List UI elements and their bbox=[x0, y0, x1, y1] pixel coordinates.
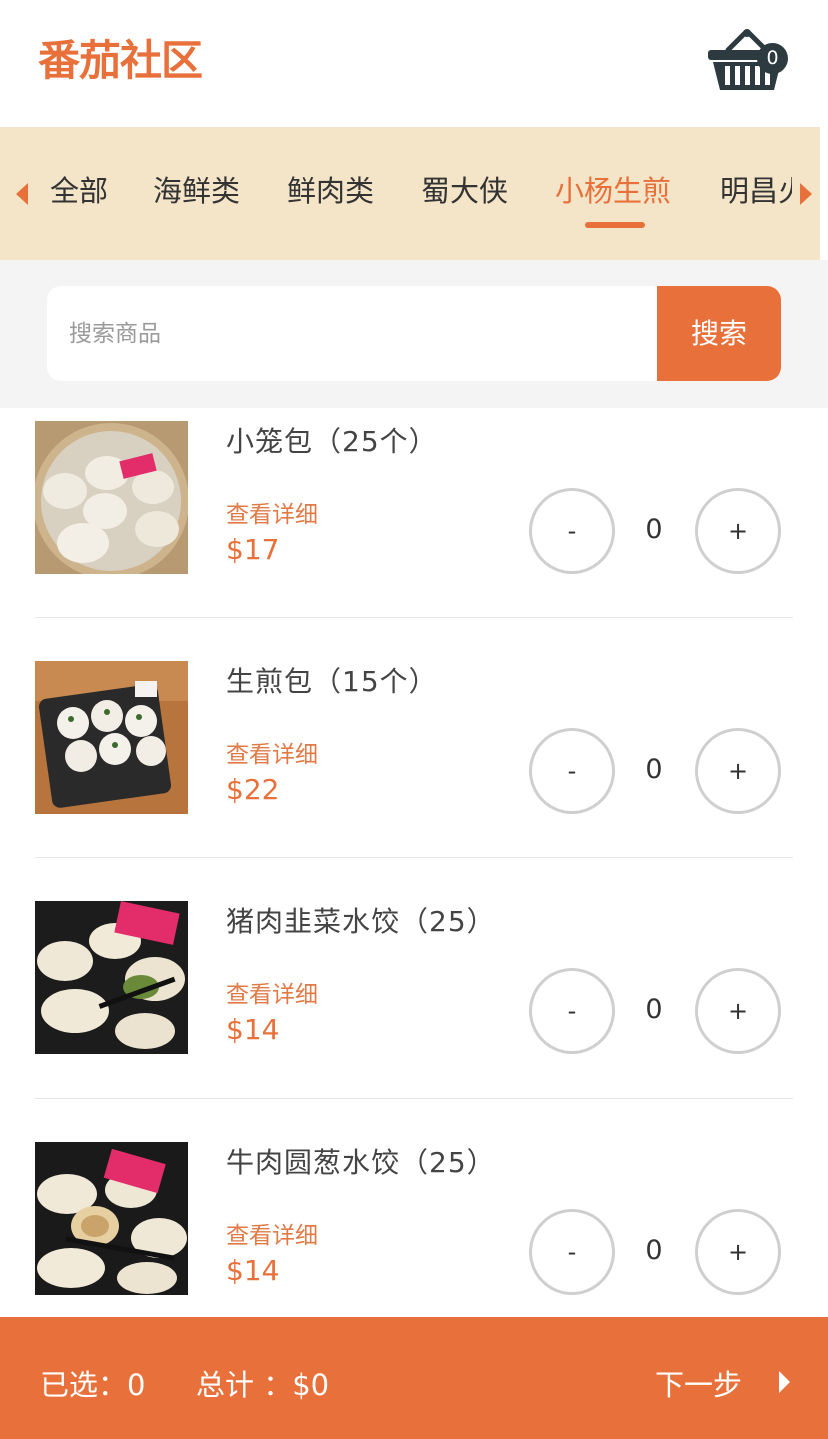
app-logo[interactable]: 番茄社区 bbox=[38, 36, 203, 86]
product-price: $14 bbox=[226, 1013, 280, 1046]
product-name: 小笼包（25个） bbox=[226, 425, 438, 458]
product-name: 牛肉圆葱水饺（25） bbox=[226, 1146, 496, 1179]
view-detail-link[interactable]: 查看详细 bbox=[226, 975, 318, 1009]
search-button[interactable]: 搜索 bbox=[657, 286, 781, 381]
decrease-qty-button[interactable]: - bbox=[529, 968, 615, 1054]
cart-count-badge: 0 bbox=[757, 43, 788, 74]
divider bbox=[35, 857, 793, 858]
product-image-beef-onion-dumplings[interactable] bbox=[35, 1142, 188, 1295]
tab-seafood[interactable]: 海鲜类 bbox=[153, 171, 240, 211]
quantity-value: 0 bbox=[645, 754, 663, 785]
divider bbox=[35, 1098, 793, 1099]
view-detail-link[interactable]: 查看详细 bbox=[226, 495, 318, 529]
chevron-right-icon[interactable] bbox=[779, 1371, 790, 1393]
search-section: 搜索 bbox=[0, 260, 828, 408]
category-tab-track: 全部 海鲜类 鲜肉类 蜀大侠 小杨生煎 明昌火锅 bbox=[40, 127, 792, 260]
decrease-qty-button[interactable]: - bbox=[529, 1209, 615, 1295]
next-step-button[interactable]: 下一步 bbox=[655, 1362, 742, 1404]
category-tab-bar: 全部 海鲜类 鲜肉类 蜀大侠 小杨生煎 明昌火锅 bbox=[0, 127, 820, 260]
increase-qty-button[interactable]: + bbox=[695, 488, 781, 574]
tab-shudaxia[interactable]: 蜀大侠 bbox=[421, 171, 508, 211]
view-detail-link[interactable]: 查看详细 bbox=[226, 735, 318, 769]
divider bbox=[35, 617, 793, 618]
total-amount: 总计 ：$0 bbox=[196, 1368, 330, 1402]
product-image-shengjianbao[interactable] bbox=[35, 661, 188, 814]
product-name: 猪肉韭菜水饺（25） bbox=[226, 905, 496, 938]
product-image-xiaolongbao[interactable] bbox=[35, 421, 188, 574]
decrease-qty-button[interactable]: - bbox=[529, 728, 615, 814]
selected-count: 已选：0 bbox=[40, 1368, 146, 1402]
increase-qty-button[interactable]: + bbox=[695, 1209, 781, 1295]
tab-all[interactable]: 全部 bbox=[50, 171, 108, 211]
product-name: 生煎包（15个） bbox=[226, 665, 438, 698]
scroll-left-icon[interactable] bbox=[16, 183, 28, 205]
tab-mingchang[interactable]: 明昌火锅 bbox=[720, 171, 792, 211]
increase-qty-button[interactable]: + bbox=[695, 968, 781, 1054]
checkout-bar: 已选：0 总计 ：$0 下一步 bbox=[0, 1317, 828, 1439]
product-list[interactable]: 小笼包（25个） 查看详细 $17 - 0 + 生煎包（15个） 查看详细 $2… bbox=[0, 408, 828, 1317]
search-box: 搜索 bbox=[47, 286, 781, 381]
view-detail-link[interactable]: 查看详细 bbox=[226, 1216, 318, 1250]
quantity-value: 0 bbox=[645, 514, 663, 545]
tab-xiaoyang-shengjian[interactable]: 小杨生煎 bbox=[555, 171, 671, 211]
increase-qty-button[interactable]: + bbox=[695, 728, 781, 814]
quantity-value: 0 bbox=[645, 1235, 663, 1266]
product-image-pork-chive-dumplings[interactable] bbox=[35, 901, 188, 1054]
list-item: 猪肉韭菜水饺（25） 查看详细 $14 - 0 + bbox=[0, 888, 828, 1128]
active-tab-indicator bbox=[585, 222, 645, 228]
quantity-value: 0 bbox=[645, 994, 663, 1025]
search-input[interactable] bbox=[47, 286, 657, 381]
product-price: $22 bbox=[226, 773, 280, 806]
scroll-right-icon[interactable] bbox=[800, 183, 812, 205]
list-item: 牛肉圆葱水饺（25） 查看详细 $14 - 0 + bbox=[0, 1129, 828, 1317]
list-item: 小笼包（25个） 查看详细 $17 - 0 + bbox=[0, 408, 828, 648]
app-header: 番茄社区 0 bbox=[0, 0, 828, 127]
decrease-qty-button[interactable]: - bbox=[529, 488, 615, 574]
tab-fresh-meat[interactable]: 鲜肉类 bbox=[287, 171, 374, 211]
product-price: $14 bbox=[226, 1254, 280, 1287]
product-price: $17 bbox=[226, 533, 280, 566]
list-item: 生煎包（15个） 查看详细 $22 - 0 + bbox=[0, 648, 828, 888]
